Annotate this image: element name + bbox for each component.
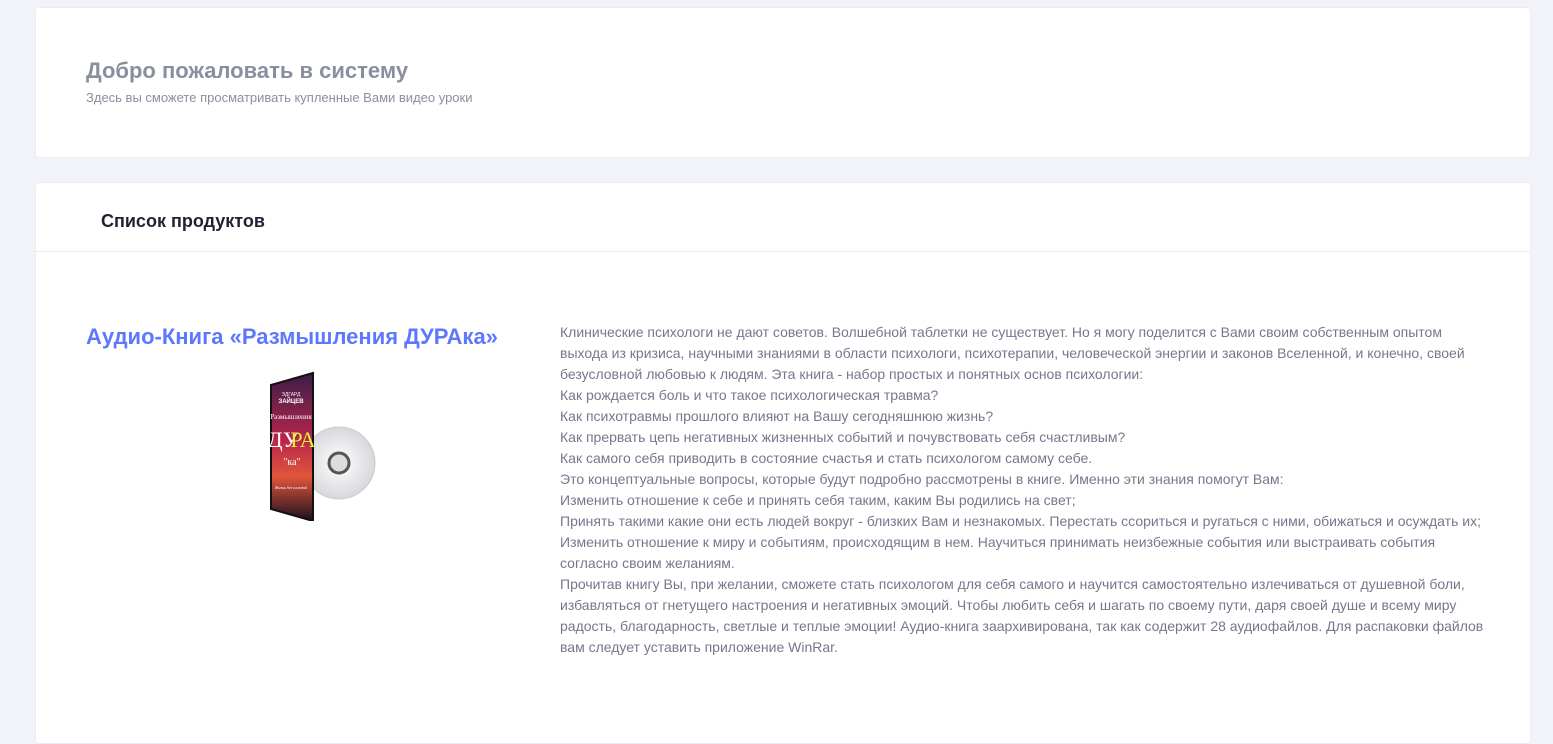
description-line: Как прервать цепь негативных жизненных с… [560,429,1126,445]
description-line: Изменить отношение к себе и принять себя… [560,492,1076,508]
description-line: Как психотравмы прошлого влияют на Вашу … [560,408,994,424]
product-description: Клинические психологи не дают советов. В… [560,322,1485,658]
products-header: Список продуктов [36,183,1530,252]
description-line: Принять такими какие они есть людей вокр… [560,513,1481,529]
products-card: Список продуктов Аудио-Книга «Размышлени… [35,182,1531,744]
svg-text:"ка": "ка" [283,457,300,468]
svg-text:ЭДГАРД: ЭДГАРД [282,392,302,398]
product-cover-image[interactable]: ЭДГАРД ЗАЙЦЕВ Размышления ДУ РА "ка" Жиз… [231,371,381,521]
description-line: Клинические психологи не дают советов. В… [560,324,1465,382]
product-title[interactable]: Аудио-Книга «Размышления ДУРАка» [86,324,498,350]
svg-text:Размышления: Размышления [270,413,312,421]
welcome-subtitle: Здесь вы сможете просматривать купленные… [86,90,473,105]
description-line: Это концептуальные вопросы, которые буду… [560,471,1284,487]
welcome-title: Добро пожаловать в систему [86,58,409,83]
description-line: Прочитав книгу Вы, при желании, сможете … [560,576,1484,655]
products-heading: Список продуктов [101,211,265,231]
welcome-card: Добро пожаловать в систему Здесь вы смож… [35,7,1531,158]
svg-text:РА: РА [290,427,315,452]
description-line: Как самого себя приводить в состояние сч… [560,450,1093,466]
description-line: Как рождается боль и что такое психологи… [560,387,939,403]
svg-text:ЗАЙЦЕВ: ЗАЙЦЕВ [278,397,304,405]
description-line: Изменить отношение к миру и событиям, пр… [560,534,1436,571]
svg-text:Жизнь без иллюзий: Жизнь без иллюзий [274,485,307,490]
